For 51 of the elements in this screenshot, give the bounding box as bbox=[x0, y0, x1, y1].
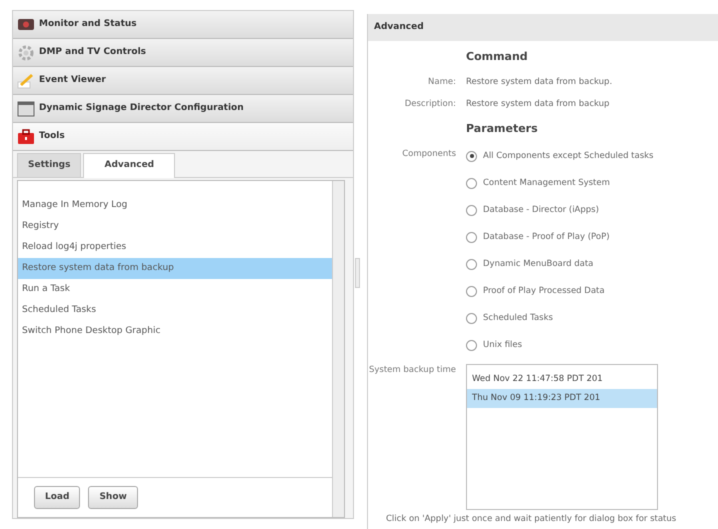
radio-button[interactable] bbox=[466, 232, 477, 242]
list-item[interactable]: Reload log4j properties bbox=[18, 236, 332, 258]
radio-button[interactable] bbox=[466, 178, 477, 188]
accordion-header[interactable]: DMP and TV Controls bbox=[13, 39, 353, 67]
list-item[interactable]: Manage In Memory Log bbox=[18, 194, 332, 216]
field-label: Description: bbox=[404, 98, 456, 111]
tab[interactable]: Advanced bbox=[83, 153, 176, 178]
action-button[interactable]: Show bbox=[88, 486, 138, 509]
section-heading: Command bbox=[466, 49, 529, 65]
list-item[interactable]: Registry bbox=[18, 216, 332, 236]
field-value: Restore system data from backup bbox=[466, 98, 610, 111]
radio-option[interactable]: Database - Proof of Play (PoP) bbox=[466, 228, 718, 246]
gear-icon bbox=[17, 44, 35, 62]
radio-button[interactable] bbox=[466, 340, 477, 350]
accordion-header[interactable]: Monitor and Status bbox=[13, 11, 353, 39]
list-item[interactable]: Run a Task bbox=[18, 278, 332, 300]
hint-text: Click on 'Apply' just once and wait patiently for dialog box for status bbox=[385, 512, 678, 526]
list-item[interactable]: Wed Nov 22 11:47:58 PDT 201 bbox=[467, 370, 657, 388]
radio-button[interactable] bbox=[466, 204, 477, 216]
list-item[interactable]: Restore system data from backup bbox=[18, 258, 332, 278]
list-item[interactable]: Switch Phone Desktop Graphic bbox=[18, 320, 332, 342]
list-item[interactable]: Scheduled Tasks bbox=[18, 300, 332, 320]
action-button[interactable]: Load bbox=[34, 486, 80, 509]
field-label: Name: bbox=[427, 76, 456, 88]
pencil-icon bbox=[17, 72, 35, 90]
radio-option[interactable]: Dynamic MenuBoard data bbox=[466, 256, 718, 272]
radio-option[interactable]: Unix files bbox=[466, 336, 718, 354]
radio-option[interactable]: Proof of Play Processed Data bbox=[466, 282, 718, 300]
radio-option[interactable]: Content Management System bbox=[466, 174, 718, 192]
window-icon bbox=[17, 100, 35, 118]
accordion-header[interactable]: Event Viewer bbox=[13, 67, 353, 95]
radio-button[interactable] bbox=[466, 258, 477, 270]
list-item[interactable]: Thu Nov 09 11:19:23 PDT 201 bbox=[467, 388, 657, 408]
accordion-header[interactable]: Dynamic Signage Director Configuration bbox=[13, 95, 353, 123]
scrollbar[interactable] bbox=[332, 180, 344, 517]
field-value: Restore system data from backup. bbox=[466, 76, 614, 88]
toolbox-icon bbox=[17, 128, 35, 146]
radio-button[interactable] bbox=[466, 286, 477, 296]
splitter-handle[interactable] bbox=[355, 258, 360, 288]
radio-button[interactable] bbox=[466, 150, 477, 162]
section-heading: Parameters bbox=[466, 121, 539, 137]
field-label: System backup time bbox=[368, 364, 456, 376]
radio-option[interactable]: Database - Director (iApps) bbox=[466, 202, 718, 218]
backup-list[interactable]: Wed Nov 22 11:47:58 PDT 201 Thu Nov 09 11:19:23 PDT 201 bbox=[466, 364, 658, 510]
field-label: Components bbox=[402, 148, 456, 160]
tab[interactable]: Settings bbox=[17, 153, 82, 176]
accordion-header[interactable]: Tools bbox=[13, 123, 353, 151]
panel-title: Advanced bbox=[368, 14, 718, 41]
radio-button[interactable] bbox=[466, 312, 477, 324]
radio-option[interactable]: Scheduled Tasks bbox=[466, 310, 718, 326]
radio-option[interactable]: All Components except Scheduled tasks bbox=[466, 148, 718, 164]
